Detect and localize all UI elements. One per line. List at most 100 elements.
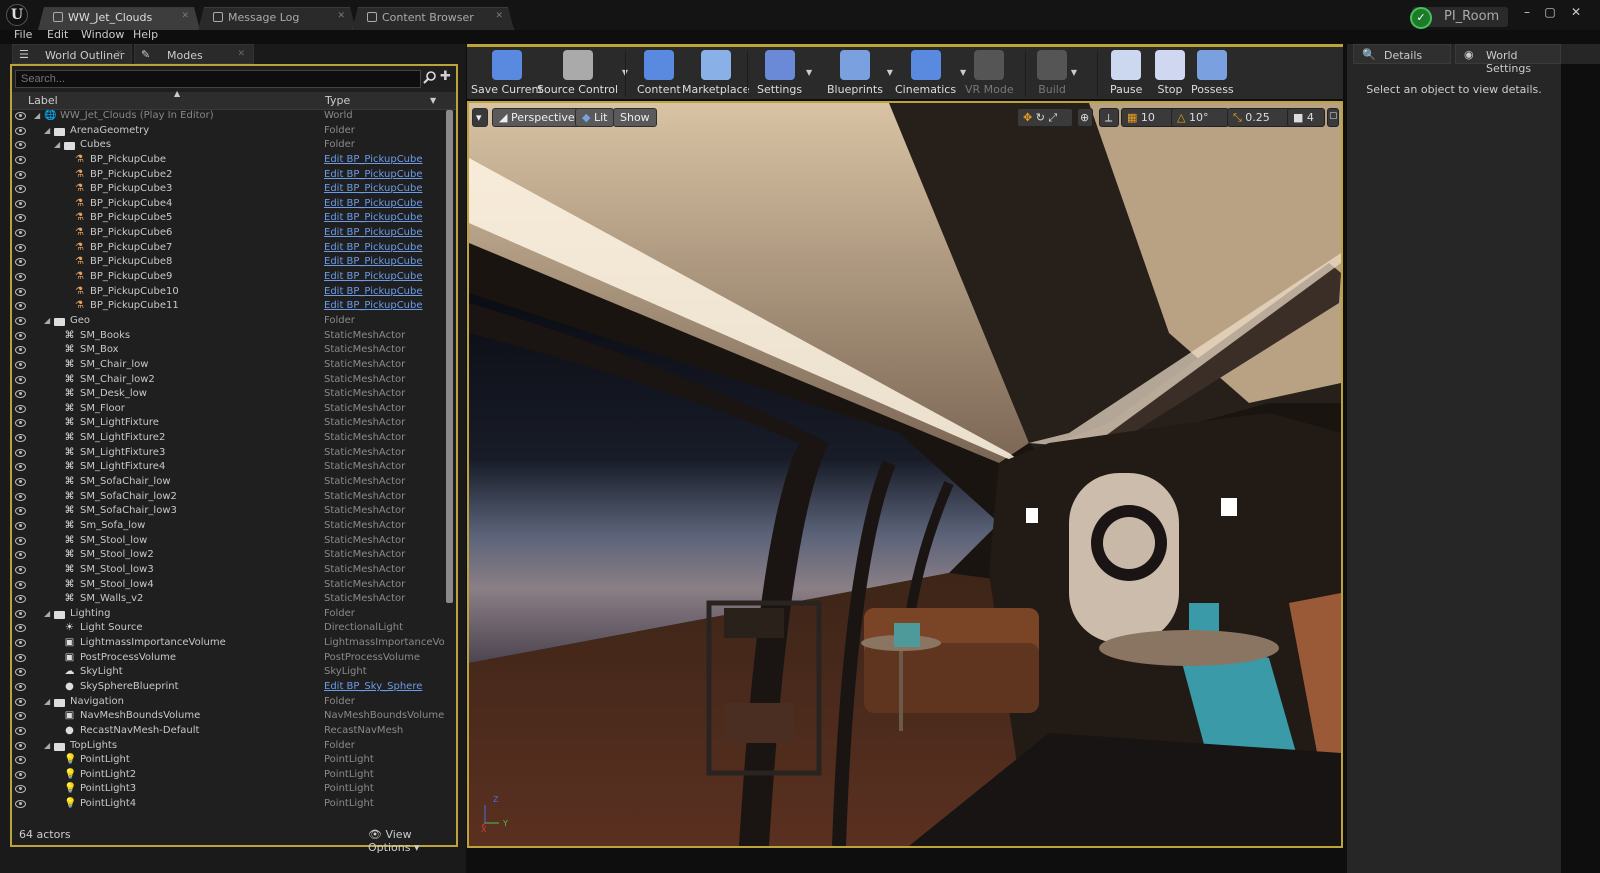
tab-level[interactable]: WW_Jet_Clouds ✕ [38, 7, 200, 30]
outliner-row[interactable]: ⚗ BP_PickupCube6 Edit BP_PickupCube [12, 227, 444, 242]
outliner-row[interactable]: ● SkySphereBlueprint Edit BP_Sky_Sphere [12, 681, 444, 696]
visibility-eye-icon[interactable] [15, 287, 26, 296]
outliner-row[interactable]: ⌘ SM_SofaChair_low2 StaticMeshActor [12, 491, 444, 506]
visibility-eye-icon[interactable] [15, 785, 26, 794]
outliner-row[interactable]: 💡 PointLight PointLight [12, 754, 444, 769]
visibility-eye-icon[interactable] [15, 478, 26, 487]
outliner-row[interactable]: ⚗ BP_PickupCube5 Edit BP_PickupCube [12, 212, 444, 227]
build-button[interactable]: Build ▼ [1037, 50, 1077, 96]
expand-arrow-icon[interactable]: ◢ [44, 697, 50, 706]
perspective-button[interactable]: ◢ Perspective [492, 108, 582, 127]
stop-button[interactable]: Stop [1155, 50, 1185, 96]
outliner-row[interactable]: ⌘ SM_Chair_low StaticMeshActor [12, 359, 444, 374]
visibility-eye-icon[interactable] [15, 258, 26, 267]
visibility-eye-icon[interactable] [15, 492, 26, 501]
outliner-row[interactable]: ⚗ BP_PickupCube7 Edit BP_PickupCube [12, 242, 444, 257]
tab-details[interactable]: 🔍 Details [1353, 44, 1451, 64]
edit-blueprint-link[interactable]: Edit BP_PickupCube [324, 154, 423, 165]
outliner-row[interactable]: ⌘ SM_LightFixture3 StaticMeshActor [12, 447, 444, 462]
outliner-row[interactable]: ☀ Light Source DirectionalLight [12, 622, 444, 637]
outliner-row[interactable]: ⌘ SM_SofaChair_low StaticMeshActor [12, 476, 444, 491]
visibility-eye-icon[interactable] [15, 273, 26, 282]
lit-button[interactable]: ◆ Lit [575, 108, 615, 127]
outliner-row[interactable]: ◢ Lighting Folder [12, 608, 444, 623]
source-control-button[interactable]: Source Control▼ [537, 50, 628, 96]
dropdown-arrow-icon[interactable]: ▼ [887, 68, 893, 77]
visibility-eye-icon[interactable] [15, 741, 26, 750]
visibility-eye-icon[interactable] [15, 448, 26, 457]
edit-blueprint-link[interactable]: Edit BP_PickupCube [324, 183, 423, 194]
visibility-eye-icon[interactable] [15, 112, 26, 120]
outliner-row[interactable]: ⌘ SM_Stool_low3 StaticMeshActor [12, 564, 444, 579]
outliner-row[interactable]: ◢ Cubes Folder [12, 139, 444, 154]
surface-snap-icon[interactable]: ⟂ [1099, 108, 1119, 127]
edit-blueprint-link[interactable]: Edit BP_PickupCube [324, 227, 423, 238]
visibility-eye-icon[interactable] [15, 697, 26, 706]
visibility-eye-icon[interactable] [15, 434, 26, 443]
visibility-eye-icon[interactable] [15, 536, 26, 545]
outliner-row[interactable]: ⌘ SM_Books StaticMeshActor [12, 330, 444, 345]
view-options-button[interactable]: 👁 View Options ▾ [368, 828, 456, 854]
outliner-row[interactable]: ⚗ BP_PickupCube8 Edit BP_PickupCube [12, 256, 444, 271]
visibility-eye-icon[interactable] [15, 141, 26, 150]
visibility-eye-icon[interactable] [15, 126, 26, 135]
edit-blueprint-link[interactable]: Edit BP_PickupCube [324, 300, 423, 311]
visibility-eye-icon[interactable] [15, 331, 26, 340]
visibility-eye-icon[interactable] [15, 800, 26, 809]
visibility-eye-icon[interactable] [15, 199, 26, 208]
expand-arrow-icon[interactable]: ◢ [44, 316, 50, 325]
visibility-eye-icon[interactable] [15, 390, 26, 399]
visibility-eye-icon[interactable] [15, 551, 26, 560]
tab-message-log[interactable]: Message Log ✕ [198, 7, 356, 30]
visibility-eye-icon[interactable] [15, 580, 26, 589]
visibility-eye-icon[interactable] [15, 346, 26, 355]
visibility-eye-icon[interactable] [15, 712, 26, 721]
expand-arrow-icon[interactable]: ◢ [44, 609, 50, 618]
unreal-logo-icon[interactable]: U [6, 4, 28, 26]
visibility-eye-icon[interactable] [15, 302, 26, 311]
viewport-options-dropdown-icon[interactable]: ▾ [472, 108, 488, 127]
outliner-row[interactable]: 💡 PointLight2 PointLight [12, 769, 444, 784]
outliner-row[interactable]: ⌘ SM_Floor StaticMeshActor [12, 403, 444, 418]
outliner-row[interactable]: ◢ ArenaGeometry Folder [12, 125, 444, 140]
outliner-row[interactable]: ⌘ SM_Box StaticMeshActor [12, 344, 444, 359]
outliner-row[interactable]: ⌘ Sm_Sofa_low StaticMeshActor [12, 520, 444, 535]
outliner-row[interactable]: ⌘ SM_Stool_low4 StaticMeshActor [12, 579, 444, 594]
visibility-eye-icon[interactable] [15, 214, 26, 223]
cinematics-button[interactable]: Cinematics ▼ [895, 50, 966, 96]
outliner-row[interactable]: ⌘ SM_Stool_low2 StaticMeshActor [12, 549, 444, 564]
visibility-eye-icon[interactable] [15, 726, 26, 735]
edit-blueprint-link[interactable]: Edit BP_PickupCube [324, 212, 423, 223]
outliner-row[interactable]: ⚗ BP_PickupCube Edit BP_PickupCube [12, 154, 444, 169]
tab-world-settings[interactable]: ◉ World Settings [1455, 44, 1561, 75]
outliner-row[interactable]: ▣ LightmassImportanceVolume LightmassImpor… [12, 637, 444, 652]
expand-arrow-icon[interactable]: ◢ [34, 111, 40, 120]
visibility-eye-icon[interactable] [15, 770, 26, 779]
project-status-icon[interactable]: ✓ [1410, 7, 1432, 29]
outliner-row[interactable]: ◢ Navigation Folder [12, 696, 444, 711]
outliner-row[interactable]: ⌘ SM_LightFixture4 StaticMeshActor [12, 461, 444, 476]
transform-tools[interactable]: ✥ ↻ ⤢ [1017, 108, 1073, 127]
visibility-eye-icon[interactable] [15, 229, 26, 238]
visibility-eye-icon[interactable] [15, 185, 26, 194]
rotation-snap-button[interactable]: △ 10° [1171, 108, 1229, 127]
camera-speed-button[interactable]: ■ 4 [1287, 108, 1325, 127]
visibility-eye-icon[interactable] [15, 668, 26, 677]
visibility-eye-icon[interactable] [15, 375, 26, 384]
edit-blueprint-link[interactable]: Edit BP_PickupCube [324, 198, 423, 209]
outliner-row[interactable]: ⌘ SM_Stool_low StaticMeshActor [12, 535, 444, 550]
possess-button[interactable]: Possess [1191, 50, 1234, 96]
pause-button[interactable]: Pause [1110, 50, 1142, 96]
expand-arrow-icon[interactable]: ◢ [54, 140, 60, 149]
maximize-icon[interactable]: ▢ [1539, 5, 1561, 21]
outliner-scrollbar[interactable] [446, 110, 453, 603]
outliner-row[interactable]: ⚗ BP_PickupCube3 Edit BP_PickupCube [12, 183, 444, 198]
outliner-row[interactable]: ▣ NavMeshBoundsVolume NavMeshBoundsVolume [12, 710, 444, 725]
visibility-eye-icon[interactable] [15, 243, 26, 252]
outliner-row[interactable]: ◢ Geo Folder [12, 315, 444, 330]
save-button[interactable]: Save Current [471, 50, 543, 96]
visibility-eye-icon[interactable] [15, 653, 26, 662]
outliner-row[interactable]: ⌘ SM_LightFixture StaticMeshActor [12, 417, 444, 432]
outliner-row[interactable]: ⌘ SM_Chair_low2 StaticMeshActor [12, 374, 444, 389]
menu-help[interactable]: Help [133, 28, 158, 41]
